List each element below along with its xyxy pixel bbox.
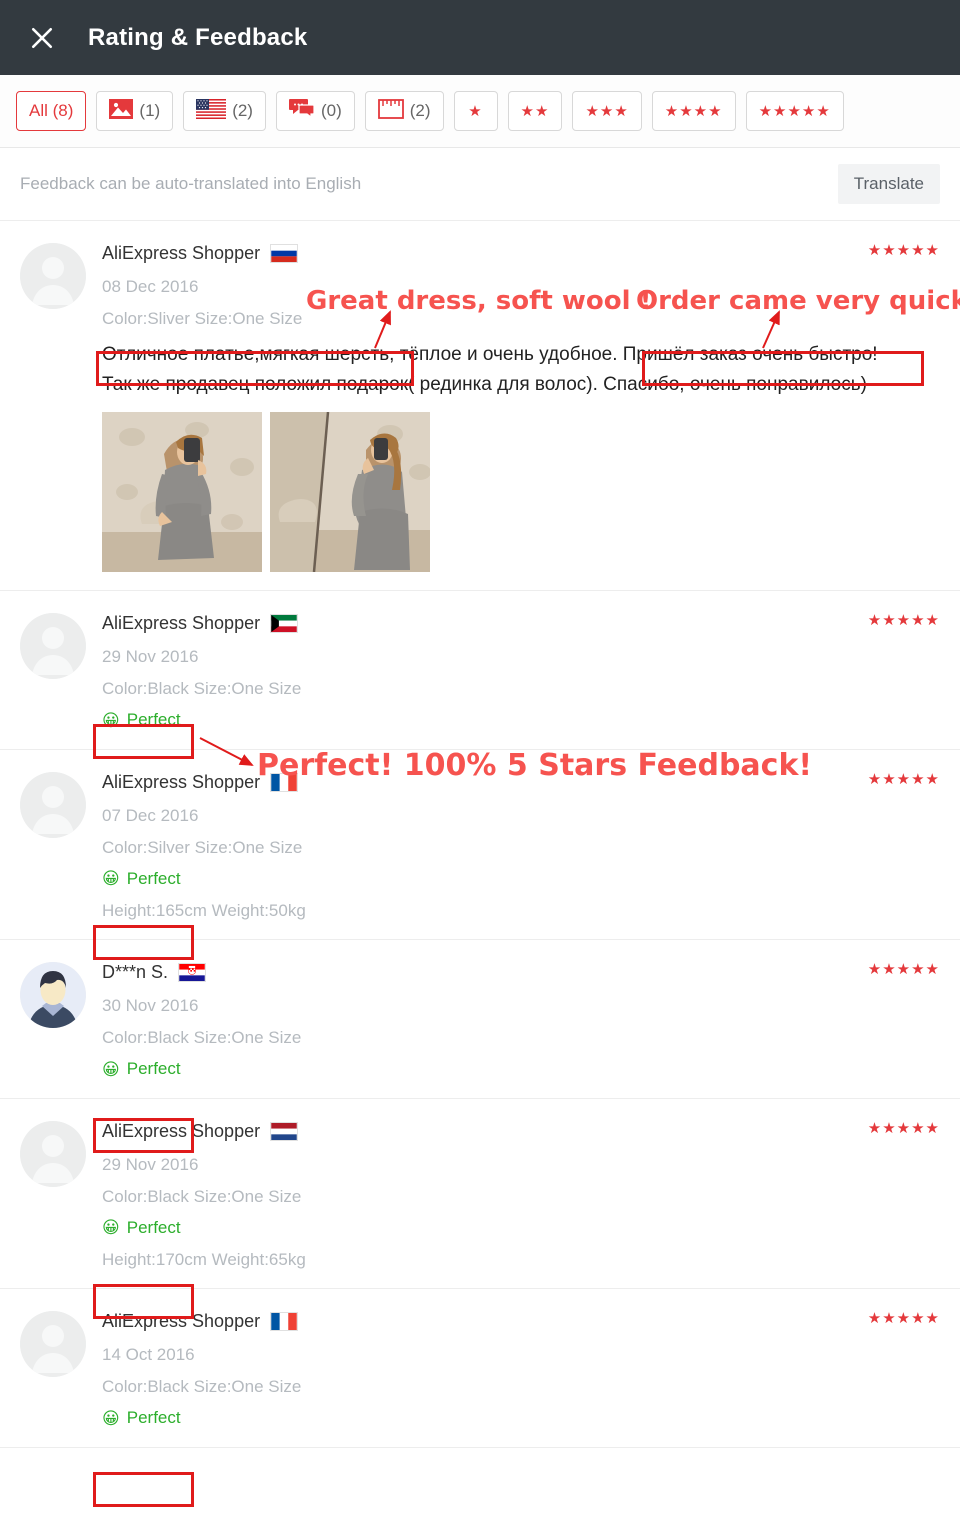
perfect-label: Perfect (126, 1217, 181, 1237)
filter-bar: All (8) (1) (2) (0) (2) ★ ★★ ★★★ ★★★★ ★★… (0, 75, 960, 148)
grinning-face-icon: 😀 (102, 1218, 120, 1238)
filter-chip-photo-count: (1) (139, 101, 161, 120)
review-spec: Color:Sliver Size:One Size (102, 309, 303, 328)
perfect-badge: 😀 Perfect (102, 1408, 181, 1428)
filter-chip-english[interactable]: (2) (183, 91, 266, 131)
filter-chip-english-count: (2) (232, 101, 253, 120)
filter-chip-all[interactable]: All (8) (16, 91, 87, 131)
review-item: AliExpress Shopper 07 Dec 2016 Color:Sil… (0, 749, 960, 941)
avatar (20, 613, 86, 680)
review-date: 29 Nov 2016 (102, 647, 199, 667)
ru-flag-icon (270, 244, 299, 263)
perfect-label: Perfect (126, 1408, 181, 1428)
translate-hint: Feedback can be auto-translated into Eng… (20, 174, 362, 193)
photo-icon (109, 98, 134, 124)
rating-stars: ★★★★★ (867, 1310, 940, 1328)
review-item: AliExpress Shopper 29 Nov 2016 Color:Bla… (0, 591, 960, 780)
review-spec: Color:Black Size:One Size (102, 1377, 302, 1397)
rating-stars: ★★★★★ (867, 961, 940, 979)
review-size-info: Height:165cm Weight:50kg (102, 901, 306, 921)
reviewer-name: AliExpress Shopper (102, 243, 261, 263)
review-date: 07 Dec 2016 (102, 805, 199, 825)
close-icon[interactable] (20, 16, 64, 60)
reviewer-name: AliExpress Shopper (102, 1311, 261, 1332)
perfect-badge: 😀 Perfect (102, 1218, 181, 1238)
reviewer-name: AliExpress Shopper (102, 1120, 261, 1141)
ruler-icon (377, 98, 404, 124)
review-spec: Color:Black Size:One Size (102, 679, 302, 699)
grinning-face-icon: 😀 (102, 1408, 120, 1428)
review-text-line2: Так же продавец положил подарок( рединка… (102, 373, 867, 395)
translate-bar: Feedback can be auto-translated into Eng… (0, 148, 960, 221)
filter-chip-additional[interactable]: (0) (275, 91, 355, 131)
perfect-badge: 😀 Perfect (102, 1059, 181, 1079)
review-size-info: Height:170cm Weight:65kg (102, 1250, 306, 1270)
review-item: AliExpress Shopper 08 Dec 2016 Color:Sli… (0, 221, 960, 592)
avatar (20, 1311, 86, 1378)
perfect-label: Perfect (126, 1059, 181, 1079)
annotation-box-perfect-6 (93, 1472, 194, 1507)
fr-flag-icon (270, 772, 299, 792)
reviewer-name: AliExpress Shopper (102, 613, 261, 634)
rating-stars: ★★★★★ (867, 612, 940, 630)
filter-chip-star-1[interactable]: ★ (453, 91, 498, 131)
review-date: 14 Oct 2016 (102, 1345, 195, 1365)
filter-chip-photo[interactable]: (1) (96, 91, 174, 131)
reviewer-name: D***n S. (102, 962, 169, 983)
avatar (20, 962, 86, 1029)
review-photos (102, 412, 940, 573)
filter-chip-size-count: (2) (409, 101, 431, 120)
perfect-badge: 😀 Perfect (102, 710, 181, 730)
fr-flag-icon (270, 1312, 299, 1332)
kw-flag-icon (270, 614, 299, 634)
reviewer-name: AliExpress Shopper (102, 771, 261, 792)
review-item: AliExpress Shopper 14 Oct 2016 Color:Bla… (0, 1289, 960, 1448)
filter-chip-star-4[interactable]: ★★★★ (651, 91, 736, 131)
review-spec: Color:Black Size:One Size (102, 1186, 302, 1206)
review-date: 29 Nov 2016 (102, 1154, 199, 1174)
review-date: 08 Dec 2016 (102, 277, 199, 296)
nl-flag-icon (270, 1121, 299, 1141)
filter-chip-star-2-stars: ★★ (520, 102, 550, 120)
avatar (20, 243, 86, 309)
grinning-face-icon: 😀 (102, 869, 120, 889)
filter-chip-star-4-stars: ★★★★ (664, 102, 723, 120)
perfect-badge: 😀 Perfect (102, 869, 181, 889)
review-photo[interactable] (270, 412, 430, 573)
page-title: Rating & Feedback (88, 23, 308, 51)
review-item: D***n S. 30 Nov 2016 Color:Black Size:On… (0, 940, 960, 1099)
filter-chip-star-5-stars: ★★★★★ (758, 102, 831, 120)
review-spec: Color:Black Size:One Size (102, 1028, 302, 1048)
review-photo[interactable] (102, 412, 262, 573)
filter-chip-all-label: All (8) (29, 101, 74, 120)
filter-chip-star-3[interactable]: ★★★ (572, 91, 642, 131)
perfect-label: Perfect (126, 710, 181, 730)
comment-icon (288, 98, 315, 124)
avatar (20, 1120, 86, 1187)
grinning-face-icon: 😀 (102, 710, 120, 730)
translate-button[interactable]: Translate (837, 164, 940, 204)
rating-stars: ★★★★★ (867, 1119, 940, 1137)
filter-chip-star-2[interactable]: ★★ (507, 91, 563, 131)
app-header: Rating & Feedback (0, 0, 960, 75)
review-text-line1: Отличное платье,мягкая шерсть, тёплое и … (102, 344, 878, 365)
us-flag-icon (196, 98, 227, 124)
avatar (20, 771, 86, 838)
review-date: 30 Nov 2016 (102, 996, 199, 1016)
filter-chip-star-1-stars: ★ (468, 102, 483, 120)
review-spec: Color:Silver Size:One Size (102, 837, 303, 857)
review-item: AliExpress Shopper 29 Nov 2016 Color:Bla… (0, 1098, 960, 1290)
rating-stars: ★★★★★ (867, 770, 940, 788)
filter-chip-size[interactable]: (2) (364, 91, 444, 131)
filter-chip-star-3-stars: ★★★ (585, 102, 629, 120)
hr-flag-icon (178, 963, 207, 983)
rating-stars: ★★★★★ (867, 242, 940, 259)
perfect-label: Perfect (126, 868, 181, 888)
grinning-face-icon: 😀 (102, 1059, 120, 1079)
filter-chip-additional-count: (0) (320, 101, 342, 120)
filter-chip-star-5[interactable]: ★★★★★ (745, 91, 844, 131)
